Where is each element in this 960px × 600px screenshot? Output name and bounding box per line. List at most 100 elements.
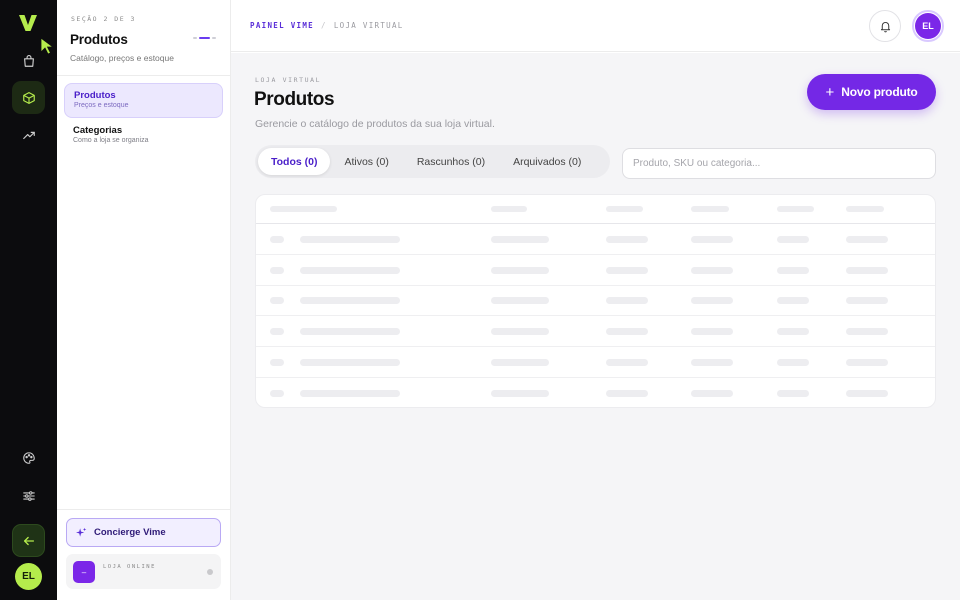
skeleton-bar bbox=[777, 297, 809, 305]
breadcrumb: PAINEL VIME / LOJA VIRTUAL bbox=[250, 21, 404, 30]
skeleton-bar bbox=[846, 236, 888, 243]
tab-ativos[interactable]: Ativos (0) bbox=[330, 148, 402, 175]
user-avatar-initials: EL bbox=[915, 13, 941, 39]
sidebar-item-desc: Como a loja se organiza bbox=[73, 137, 149, 144]
skeleton-bar bbox=[300, 389, 400, 397]
main-content: LOJA VIRTUAL Produtos Gerencie o catálog… bbox=[231, 53, 960, 600]
user-avatar[interactable]: EL bbox=[912, 10, 944, 42]
table-header-skeleton bbox=[256, 195, 935, 224]
sidebar-item-categorias[interactable]: Categorias Como a loja se organiza bbox=[64, 119, 223, 154]
table-row-skeleton bbox=[256, 285, 935, 317]
box-icon bbox=[22, 91, 35, 104]
skeleton-bar bbox=[491, 297, 549, 305]
rail-products-button[interactable] bbox=[12, 81, 45, 114]
breadcrumb-root[interactable]: PAINEL VIME bbox=[250, 21, 314, 30]
skeleton-bar bbox=[846, 297, 888, 305]
skeleton-bar bbox=[300, 236, 400, 243]
topbar: PAINEL VIME / LOJA VIRTUAL EL bbox=[231, 0, 960, 52]
divider bbox=[57, 509, 230, 510]
status-tabs: Todos (0) Ativos (0) Rascunhos (0) Arqui… bbox=[255, 145, 610, 178]
skeleton-bar bbox=[691, 328, 733, 336]
rail-back-button[interactable] bbox=[12, 524, 45, 557]
skeleton-bar bbox=[691, 297, 733, 305]
skeleton-bar bbox=[777, 328, 809, 336]
skeleton-bar bbox=[691, 266, 733, 274]
skeleton-bar bbox=[491, 266, 549, 274]
skeleton-bar bbox=[691, 358, 733, 366]
breadcrumb-separator: / bbox=[320, 21, 327, 30]
sliders-icon bbox=[22, 490, 35, 501]
skeleton-bar bbox=[300, 266, 400, 274]
skeleton-bar bbox=[606, 266, 648, 274]
store-label: LOJA ONLINE bbox=[103, 564, 156, 570]
section-progress bbox=[193, 37, 216, 39]
store-badge: – bbox=[73, 561, 95, 583]
page-subtitle: Gerencie o catálogo de produtos da sua l… bbox=[255, 118, 495, 130]
skeleton-bar bbox=[270, 266, 284, 274]
skeleton-bar bbox=[606, 297, 648, 305]
rail-settings-button[interactable] bbox=[12, 479, 45, 512]
skeleton-bar bbox=[691, 389, 733, 397]
breadcrumb-current: LOJA VIRTUAL bbox=[333, 21, 404, 30]
skeleton-bar bbox=[270, 389, 284, 397]
skeleton-bar bbox=[270, 236, 284, 243]
skeleton-bar bbox=[491, 358, 549, 366]
section-step-label: SEÇÃO 2 DE 3 bbox=[71, 15, 136, 23]
skeleton-bar bbox=[846, 358, 888, 366]
table-row-skeleton bbox=[256, 255, 935, 286]
skeleton-bar bbox=[606, 389, 648, 397]
products-table-skeleton bbox=[255, 194, 936, 408]
skeleton-bar bbox=[691, 206, 729, 212]
tab-arquivados[interactable]: Arquivados (0) bbox=[499, 148, 595, 175]
vime-logo-icon[interactable] bbox=[16, 11, 40, 35]
tab-todos[interactable]: Todos (0) bbox=[258, 148, 331, 175]
skeleton-bar bbox=[606, 236, 648, 243]
skeleton-bar bbox=[846, 206, 884, 212]
search-input[interactable] bbox=[622, 148, 936, 179]
new-product-button[interactable]: + Novo produto bbox=[807, 74, 936, 110]
sidebar-item-label: Produtos bbox=[74, 90, 116, 101]
bell-icon bbox=[880, 21, 890, 32]
table-row-skeleton bbox=[256, 347, 935, 378]
tab-rascunhos[interactable]: Rascunhos (0) bbox=[403, 148, 499, 175]
store-switcher[interactable]: – LOJA ONLINE bbox=[66, 554, 221, 589]
skeleton-bar bbox=[606, 328, 648, 336]
table-row-skeleton bbox=[256, 378, 935, 408]
palette-icon bbox=[22, 451, 35, 464]
rail-avatar[interactable]: EL bbox=[15, 563, 42, 590]
skeleton-bar bbox=[777, 266, 809, 274]
concierge-label: Concierge Vime bbox=[94, 527, 166, 538]
rail-analytics-button[interactable] bbox=[12, 118, 45, 151]
sparkle-icon bbox=[76, 527, 87, 537]
skeleton-bar bbox=[270, 297, 284, 305]
skeleton-bar bbox=[846, 389, 888, 397]
skeleton-bar bbox=[606, 358, 648, 366]
skeleton-bar bbox=[691, 236, 733, 243]
concierge-button[interactable]: Concierge Vime bbox=[66, 518, 221, 547]
skeleton-bar bbox=[300, 328, 400, 336]
arrow-left-icon bbox=[23, 536, 34, 545]
skeleton-bar bbox=[270, 358, 284, 366]
skeleton-bar bbox=[846, 328, 888, 336]
trend-icon bbox=[22, 131, 35, 139]
notifications-button[interactable] bbox=[869, 10, 901, 42]
skeleton-bar bbox=[491, 236, 549, 243]
skeleton-bar bbox=[300, 297, 400, 305]
rail-theme-button[interactable] bbox=[12, 441, 45, 474]
skeleton-bar bbox=[270, 328, 284, 336]
table-row-skeleton bbox=[256, 316, 935, 348]
skeleton-bar bbox=[777, 206, 814, 212]
store-status-dot bbox=[207, 569, 213, 575]
skeleton-bar bbox=[491, 206, 527, 212]
plus-icon: + bbox=[825, 83, 835, 101]
sidebar-item-produtos[interactable]: Produtos Preços e estoque bbox=[64, 83, 223, 118]
sidebar-item-desc: Preços e estoque bbox=[74, 102, 129, 109]
sidebar-item-label: Categorias bbox=[73, 125, 123, 136]
icon-rail: EL bbox=[0, 0, 57, 600]
store-icon bbox=[23, 54, 34, 67]
skeleton-bar bbox=[300, 358, 400, 366]
page-title: Produtos bbox=[254, 89, 335, 110]
rail-store-button[interactable] bbox=[12, 44, 45, 77]
skeleton-bar bbox=[491, 328, 549, 336]
skeleton-bar bbox=[777, 389, 809, 397]
